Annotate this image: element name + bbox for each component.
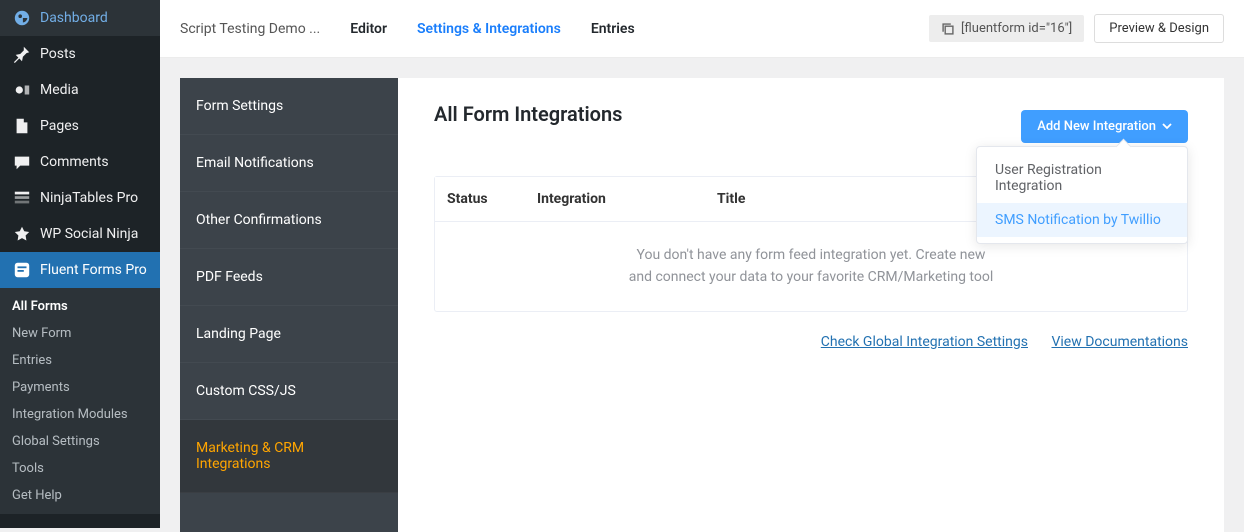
content-header: All Form Integrations Add New Integratio…: [434, 102, 1188, 150]
topbar: Script Testing Demo ... Editor Settings …: [160, 0, 1244, 58]
dropdown-item-user-registration[interactable]: User Registration Integration: [977, 153, 1187, 203]
main-area: Script Testing Demo ... Editor Settings …: [160, 0, 1244, 528]
submenu-global-settings[interactable]: Global Settings: [0, 428, 160, 455]
sidebar-label: Media: [40, 82, 79, 98]
wp-admin-sidebar: Dashboard Posts Media Pages Comments Nin…: [0, 0, 160, 528]
link-global-settings[interactable]: Check Global Integration Settings: [821, 334, 1028, 350]
pages-icon: [12, 116, 32, 136]
form-title: Script Testing Demo ...: [180, 21, 320, 37]
settings-item-landing-page[interactable]: Landing Page: [180, 306, 398, 363]
sidebar-item-media[interactable]: Media: [0, 72, 160, 108]
settings-item-form-settings[interactable]: Form Settings: [180, 78, 398, 135]
dropdown-item-sms-twilio[interactable]: SMS Notification by Twillio: [977, 203, 1187, 237]
tab-settings-integrations[interactable]: Settings & Integrations: [417, 21, 561, 37]
copy-icon: [941, 22, 955, 36]
settings-item-other-confirmations[interactable]: Other Confirmations: [180, 192, 398, 249]
sidebar-label: NinjaTables Pro: [40, 190, 138, 206]
sidebar-item-posts[interactable]: Posts: [0, 36, 160, 72]
footer-links: Check Global Integration Settings View D…: [434, 334, 1188, 350]
sidebar-label: Dashboard: [40, 10, 108, 26]
sidebar-label: Comments: [40, 154, 109, 170]
sidebar-item-wpsocial[interactable]: WP Social Ninja: [0, 216, 160, 252]
forms-icon: [12, 260, 32, 280]
settings-item-marketing-crm[interactable]: Marketing & CRM Integrations: [180, 420, 398, 493]
social-icon: [12, 224, 32, 244]
tables-icon: [12, 188, 32, 208]
integration-dropdown: User Registration Integration SMS Notifi…: [976, 146, 1188, 244]
empty-text-line2: and connect your data to your favorite C…: [629, 269, 994, 285]
sidebar-item-ninjatables[interactable]: NinjaTables Pro: [0, 180, 160, 216]
settings-item-pdf-feeds[interactable]: PDF Feeds: [180, 249, 398, 306]
page-heading: All Form Integrations: [434, 102, 622, 126]
dashboard-icon: [12, 8, 32, 28]
sidebar-label: Posts: [40, 46, 76, 62]
submenu-integration-modules[interactable]: Integration Modules: [0, 401, 160, 428]
preview-design-button[interactable]: Preview & Design: [1094, 14, 1224, 43]
sidebar-label: Fluent Forms Pro: [40, 262, 147, 278]
pin-icon: [12, 44, 32, 64]
submenu-all-forms[interactable]: All Forms: [0, 293, 160, 320]
sidebar-item-comments[interactable]: Comments: [0, 144, 160, 180]
topbar-right: [fluentform id="16"] Preview & Design: [929, 14, 1224, 43]
settings-sidebar: Form Settings Email Notifications Other …: [180, 78, 398, 532]
sidebar-item-fluentforms[interactable]: Fluent Forms Pro: [0, 252, 160, 288]
sidebar-submenu: All Forms New Form Entries Payments Inte…: [0, 288, 160, 514]
th-status: Status: [435, 177, 525, 221]
link-view-docs[interactable]: View Documentations: [1051, 334, 1188, 350]
comments-icon: [12, 152, 32, 172]
add-button-label: Add New Integration: [1037, 119, 1156, 134]
shortcode-text: [fluentform id="16"]: [961, 21, 1072, 36]
th-integration: Integration: [525, 177, 705, 221]
settings-item-email-notifications[interactable]: Email Notifications: [180, 135, 398, 192]
tab-editor[interactable]: Editor: [350, 21, 387, 37]
submenu-tools[interactable]: Tools: [0, 455, 160, 482]
sidebar-item-pages[interactable]: Pages: [0, 108, 160, 144]
sidebar-label: WP Social Ninja: [40, 226, 138, 242]
sidebar-label: Pages: [40, 118, 79, 134]
submenu-payments[interactable]: Payments: [0, 374, 160, 401]
submenu-get-help[interactable]: Get Help: [0, 482, 160, 509]
content-row: Form Settings Email Notifications Other …: [160, 58, 1244, 532]
sidebar-item-dashboard[interactable]: Dashboard: [0, 0, 160, 36]
settings-item-custom-css-js[interactable]: Custom CSS/JS: [180, 363, 398, 420]
content-main: All Form Integrations Add New Integratio…: [398, 78, 1224, 532]
tab-entries[interactable]: Entries: [591, 21, 635, 37]
empty-text-line1: You don't have any form feed integration…: [637, 247, 986, 263]
shortcode-box[interactable]: [fluentform id="16"]: [929, 15, 1084, 42]
add-new-integration-button[interactable]: Add New Integration: [1021, 110, 1188, 143]
submenu-entries[interactable]: Entries: [0, 347, 160, 374]
chevron-down-icon: [1162, 121, 1172, 131]
submenu-new-form[interactable]: New Form: [0, 320, 160, 347]
media-icon: [12, 80, 32, 100]
